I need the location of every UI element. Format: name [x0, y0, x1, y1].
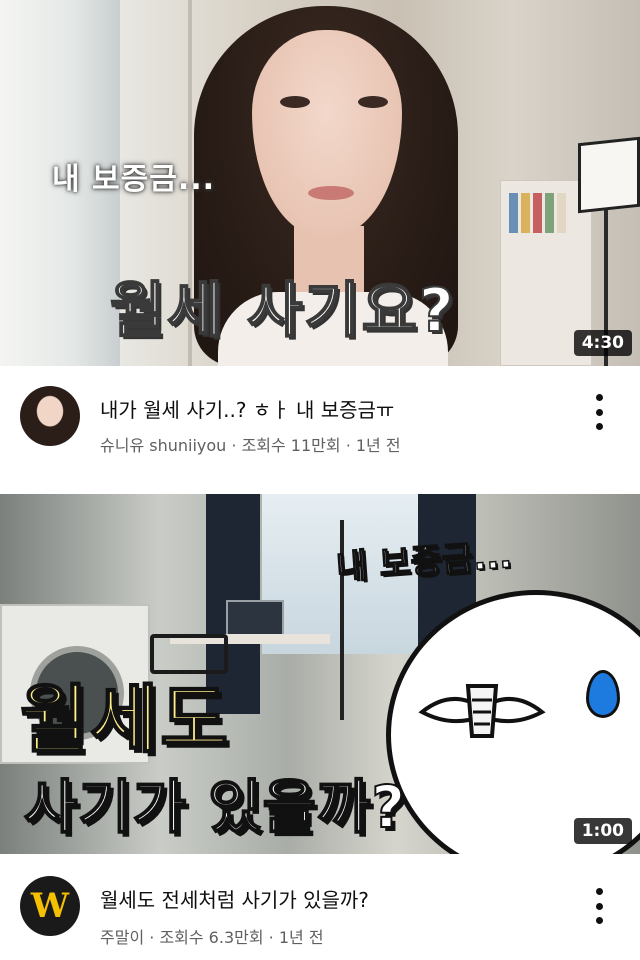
view-count: 조회수 6.3만회 [159, 928, 264, 947]
video-title[interactable]: 내가 월세 사기..? ㅎㅏ 내 보증금ㅠ [100, 394, 570, 423]
video-thumbnail[interactable]: 내 보증금... 월세 사기요? 4:30 [0, 0, 640, 366]
meta-separator: · [226, 436, 242, 455]
channel-avatar[interactable]: W [20, 876, 80, 936]
video-subtitle: 주말이 · 조회수 6.3만회 · 1년 전 [100, 924, 324, 948]
person-eye [358, 96, 388, 108]
channel-name[interactable]: 슈니유 shuniiyou [100, 436, 226, 455]
video-subtitle: 슈니유 shuniiyou · 조회수 11만회 · 1년 전 [100, 432, 401, 456]
video-feed: 내 보증금... 월세 사기요? 4:30 내가 월세 사기..? ㅎㅏ 내 보… [0, 0, 640, 960]
duration-badge: 1:00 [573, 818, 632, 844]
video-meta: 내가 월세 사기..? ㅎㅏ 내 보증금ㅠ 슈니유 shuniiyou · 조회… [0, 366, 640, 470]
thumbnail-caption-big: 사기가 있을까? [23, 772, 406, 842]
video-card[interactable]: 내 보증금... 월세 사기요? 4:30 내가 월세 사기..? ㅎㅏ 내 보… [0, 0, 640, 470]
cartoon-crying-eyes-icon [418, 684, 546, 738]
ring-light [578, 136, 640, 214]
person-lips [308, 186, 354, 200]
duration-badge: 4:30 [573, 330, 632, 356]
thumbnail-caption-small: 내 보증금... [52, 162, 216, 197]
upload-age: 1년 전 [355, 436, 401, 455]
laptop [226, 600, 284, 636]
more-vert-icon[interactable] [592, 888, 606, 924]
person-eye [280, 96, 310, 108]
view-count: 조회수 11만회 [241, 436, 341, 455]
thumbnail-caption-big: 월세도 [19, 676, 231, 764]
meta-separator: · [144, 928, 160, 947]
upload-age: 1년 전 [278, 928, 324, 947]
video-card[interactable]: 내 보증금... 월세도 사기가 있을까? 1:00 W 월세도 전세처럼 사기… [0, 494, 640, 960]
thumbnail-caption-big: 월세 사기요? [109, 275, 456, 347]
video-thumbnail[interactable]: 내 보증금... 월세도 사기가 있을까? 1:00 [0, 494, 640, 854]
meta-separator: · [263, 928, 279, 947]
channel-avatar[interactable] [20, 386, 80, 446]
channel-name[interactable]: 주말이 [100, 928, 144, 947]
more-vert-icon[interactable] [592, 394, 606, 430]
video-title[interactable]: 월세도 전세처럼 사기가 있을까? [100, 884, 570, 913]
meta-separator: · [340, 436, 356, 455]
avatar-letter: W [30, 886, 70, 926]
video-meta: W 월세도 전세처럼 사기가 있을까? 주말이 · 조회수 6.3만회 · 1년… [0, 854, 640, 960]
